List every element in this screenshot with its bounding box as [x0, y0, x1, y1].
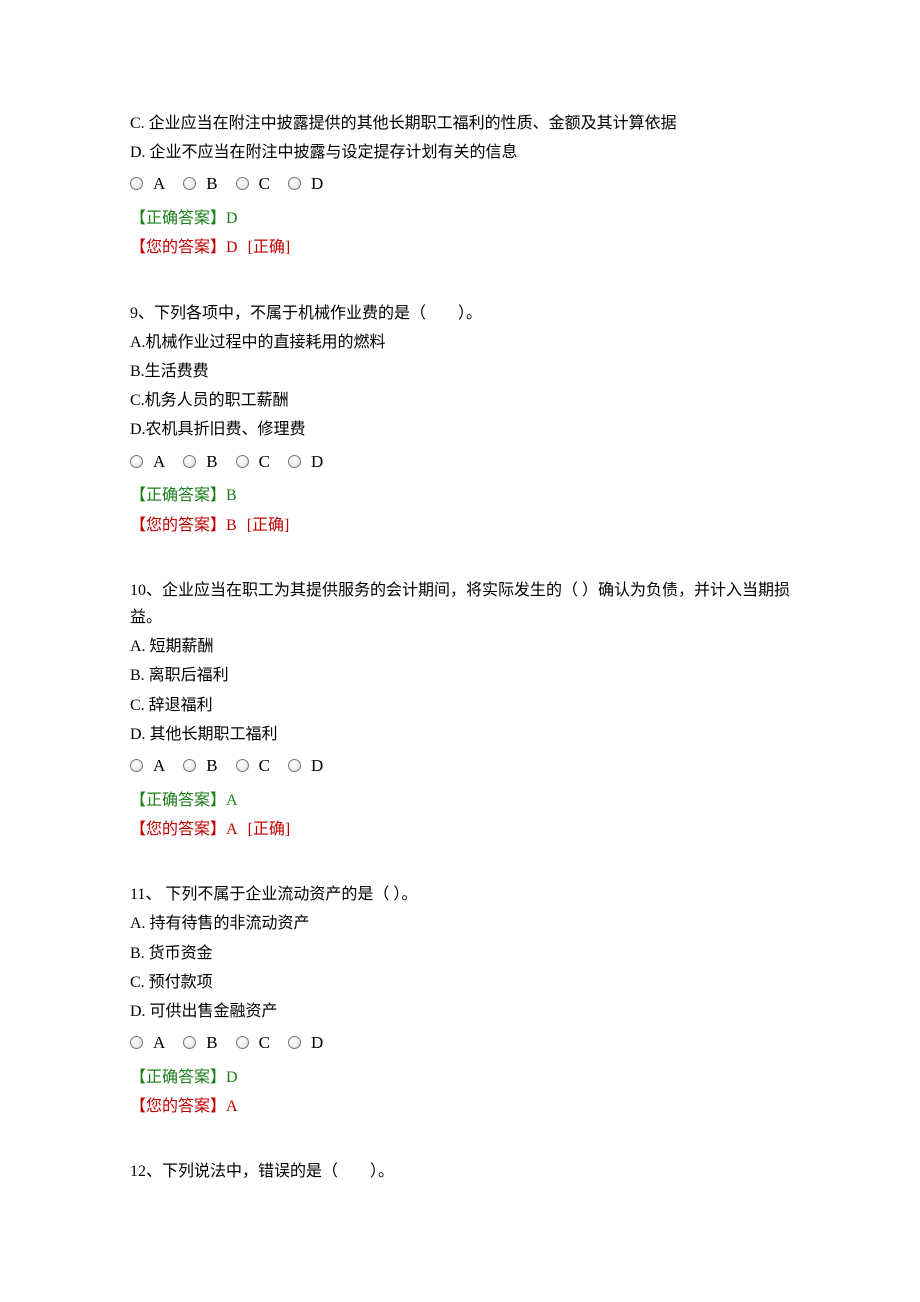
user-answer-line: 【您的答案】D [正确]	[130, 234, 790, 261]
radio-label: A	[153, 170, 165, 199]
question-stem: 11、 下列不属于企业流动资产的是（ ）。	[130, 881, 790, 908]
correct-value: D	[226, 1069, 238, 1086]
option-line: C.机务人员的职工薪酬	[130, 387, 790, 414]
radio-icon[interactable]	[236, 759, 249, 772]
question-block: 10、企业应当在职工为其提供服务的会计期间，将实际发生的（ ）确认为负债，并计入…	[130, 577, 790, 843]
correct-tag: [正确]	[248, 239, 291, 256]
correct-answer-line: 【正确答案】D	[130, 205, 790, 232]
radio-label: C	[259, 1029, 270, 1058]
radio-row: A B C D	[130, 170, 790, 199]
radio-label: A	[153, 1029, 165, 1058]
radio-icon[interactable]	[288, 759, 301, 772]
option-line: C. 预付款项	[130, 969, 790, 996]
user-prefix: 【您的答案】	[130, 517, 226, 534]
user-value: B	[226, 517, 237, 534]
question-block: C. 企业应当在附注中披露提供的其他长期职工福利的性质、金额及其计算依据 D. …	[130, 110, 790, 262]
radio-label: C	[259, 448, 270, 477]
user-answer-line: 【您的答案】B [正确]	[130, 512, 790, 539]
radio-label: D	[311, 448, 323, 477]
question-stem: 12、下列说法中，错误的是（ ）。	[130, 1158, 790, 1185]
radio-icon[interactable]	[183, 1036, 196, 1049]
user-prefix: 【您的答案】	[130, 1098, 226, 1115]
question-block: 9、下列各项中，不属于机械作业费的是（ ）。 A.机械作业过程中的直接耗用的燃料…	[130, 300, 790, 539]
correct-prefix: 【正确答案】	[130, 792, 226, 809]
radio-icon[interactable]	[236, 455, 249, 468]
question-stem: 10、企业应当在职工为其提供服务的会计期间，将实际发生的（ ）确认为负债，并计入…	[130, 577, 790, 631]
radio-icon[interactable]	[130, 759, 143, 772]
correct-value: B	[226, 487, 237, 504]
correct-answer-line: 【正确答案】B	[130, 482, 790, 509]
radio-label: C	[259, 170, 270, 199]
option-line: A. 短期薪酬	[130, 633, 790, 660]
user-answer-line: 【您的答案】A	[130, 1093, 790, 1120]
radio-label: B	[206, 752, 217, 781]
radio-label: A	[153, 752, 165, 781]
radio-row: A B C D	[130, 1029, 790, 1058]
radio-icon[interactable]	[236, 1036, 249, 1049]
radio-row: A B C D	[130, 448, 790, 477]
option-line: C. 辞退福利	[130, 692, 790, 719]
user-answer-line: 【您的答案】A [正确]	[130, 816, 790, 843]
correct-tag: [正确]	[247, 517, 290, 534]
radio-label: B	[206, 448, 217, 477]
correct-value: D	[226, 210, 238, 227]
radio-row: A B C D	[130, 752, 790, 781]
user-prefix: 【您的答案】	[130, 821, 226, 838]
radio-icon[interactable]	[288, 455, 301, 468]
radio-icon[interactable]	[183, 759, 196, 772]
option-line: A. 持有待售的非流动资产	[130, 910, 790, 937]
radio-label: B	[206, 1029, 217, 1058]
option-line: B.生活费费	[130, 358, 790, 385]
question-stem: 9、下列各项中，不属于机械作业费的是（ ）。	[130, 300, 790, 327]
question-block: 12、下列说法中，错误的是（ ）。	[130, 1158, 790, 1185]
radio-label: A	[153, 448, 165, 477]
user-value: A	[226, 1098, 238, 1115]
radio-label: D	[311, 752, 323, 781]
radio-icon[interactable]	[288, 1036, 301, 1049]
correct-value: A	[226, 792, 238, 809]
option-line: D. 可供出售金融资产	[130, 998, 790, 1025]
option-line: B. 货币资金	[130, 940, 790, 967]
question-block: 11、 下列不属于企业流动资产的是（ ）。 A. 持有待售的非流动资产 B. 货…	[130, 881, 790, 1120]
correct-answer-line: 【正确答案】D	[130, 1064, 790, 1091]
correct-prefix: 【正确答案】	[130, 487, 226, 504]
option-line: C. 企业应当在附注中披露提供的其他长期职工福利的性质、金额及其计算依据	[130, 110, 790, 137]
option-line: B. 离职后福利	[130, 662, 790, 689]
radio-label: C	[259, 752, 270, 781]
user-prefix: 【您的答案】	[130, 239, 226, 256]
radio-icon[interactable]	[130, 177, 143, 190]
radio-icon[interactable]	[183, 455, 196, 468]
option-line: A.机械作业过程中的直接耗用的燃料	[130, 329, 790, 356]
option-line: D. 企业不应当在附注中披露与设定提存计划有关的信息	[130, 139, 790, 166]
radio-icon[interactable]	[130, 1036, 143, 1049]
radio-label: D	[311, 1029, 323, 1058]
correct-tag: [正确]	[248, 821, 291, 838]
radio-label: B	[206, 170, 217, 199]
radio-label: D	[311, 170, 323, 199]
radio-icon[interactable]	[236, 177, 249, 190]
correct-prefix: 【正确答案】	[130, 1069, 226, 1086]
option-line: D.农机具折旧费、修理费	[130, 416, 790, 443]
option-line: D. 其他长期职工福利	[130, 721, 790, 748]
radio-icon[interactable]	[288, 177, 301, 190]
radio-icon[interactable]	[130, 455, 143, 468]
user-value: D	[226, 239, 238, 256]
user-value: A	[226, 821, 238, 838]
radio-icon[interactable]	[183, 177, 196, 190]
correct-answer-line: 【正确答案】A	[130, 787, 790, 814]
correct-prefix: 【正确答案】	[130, 210, 226, 227]
